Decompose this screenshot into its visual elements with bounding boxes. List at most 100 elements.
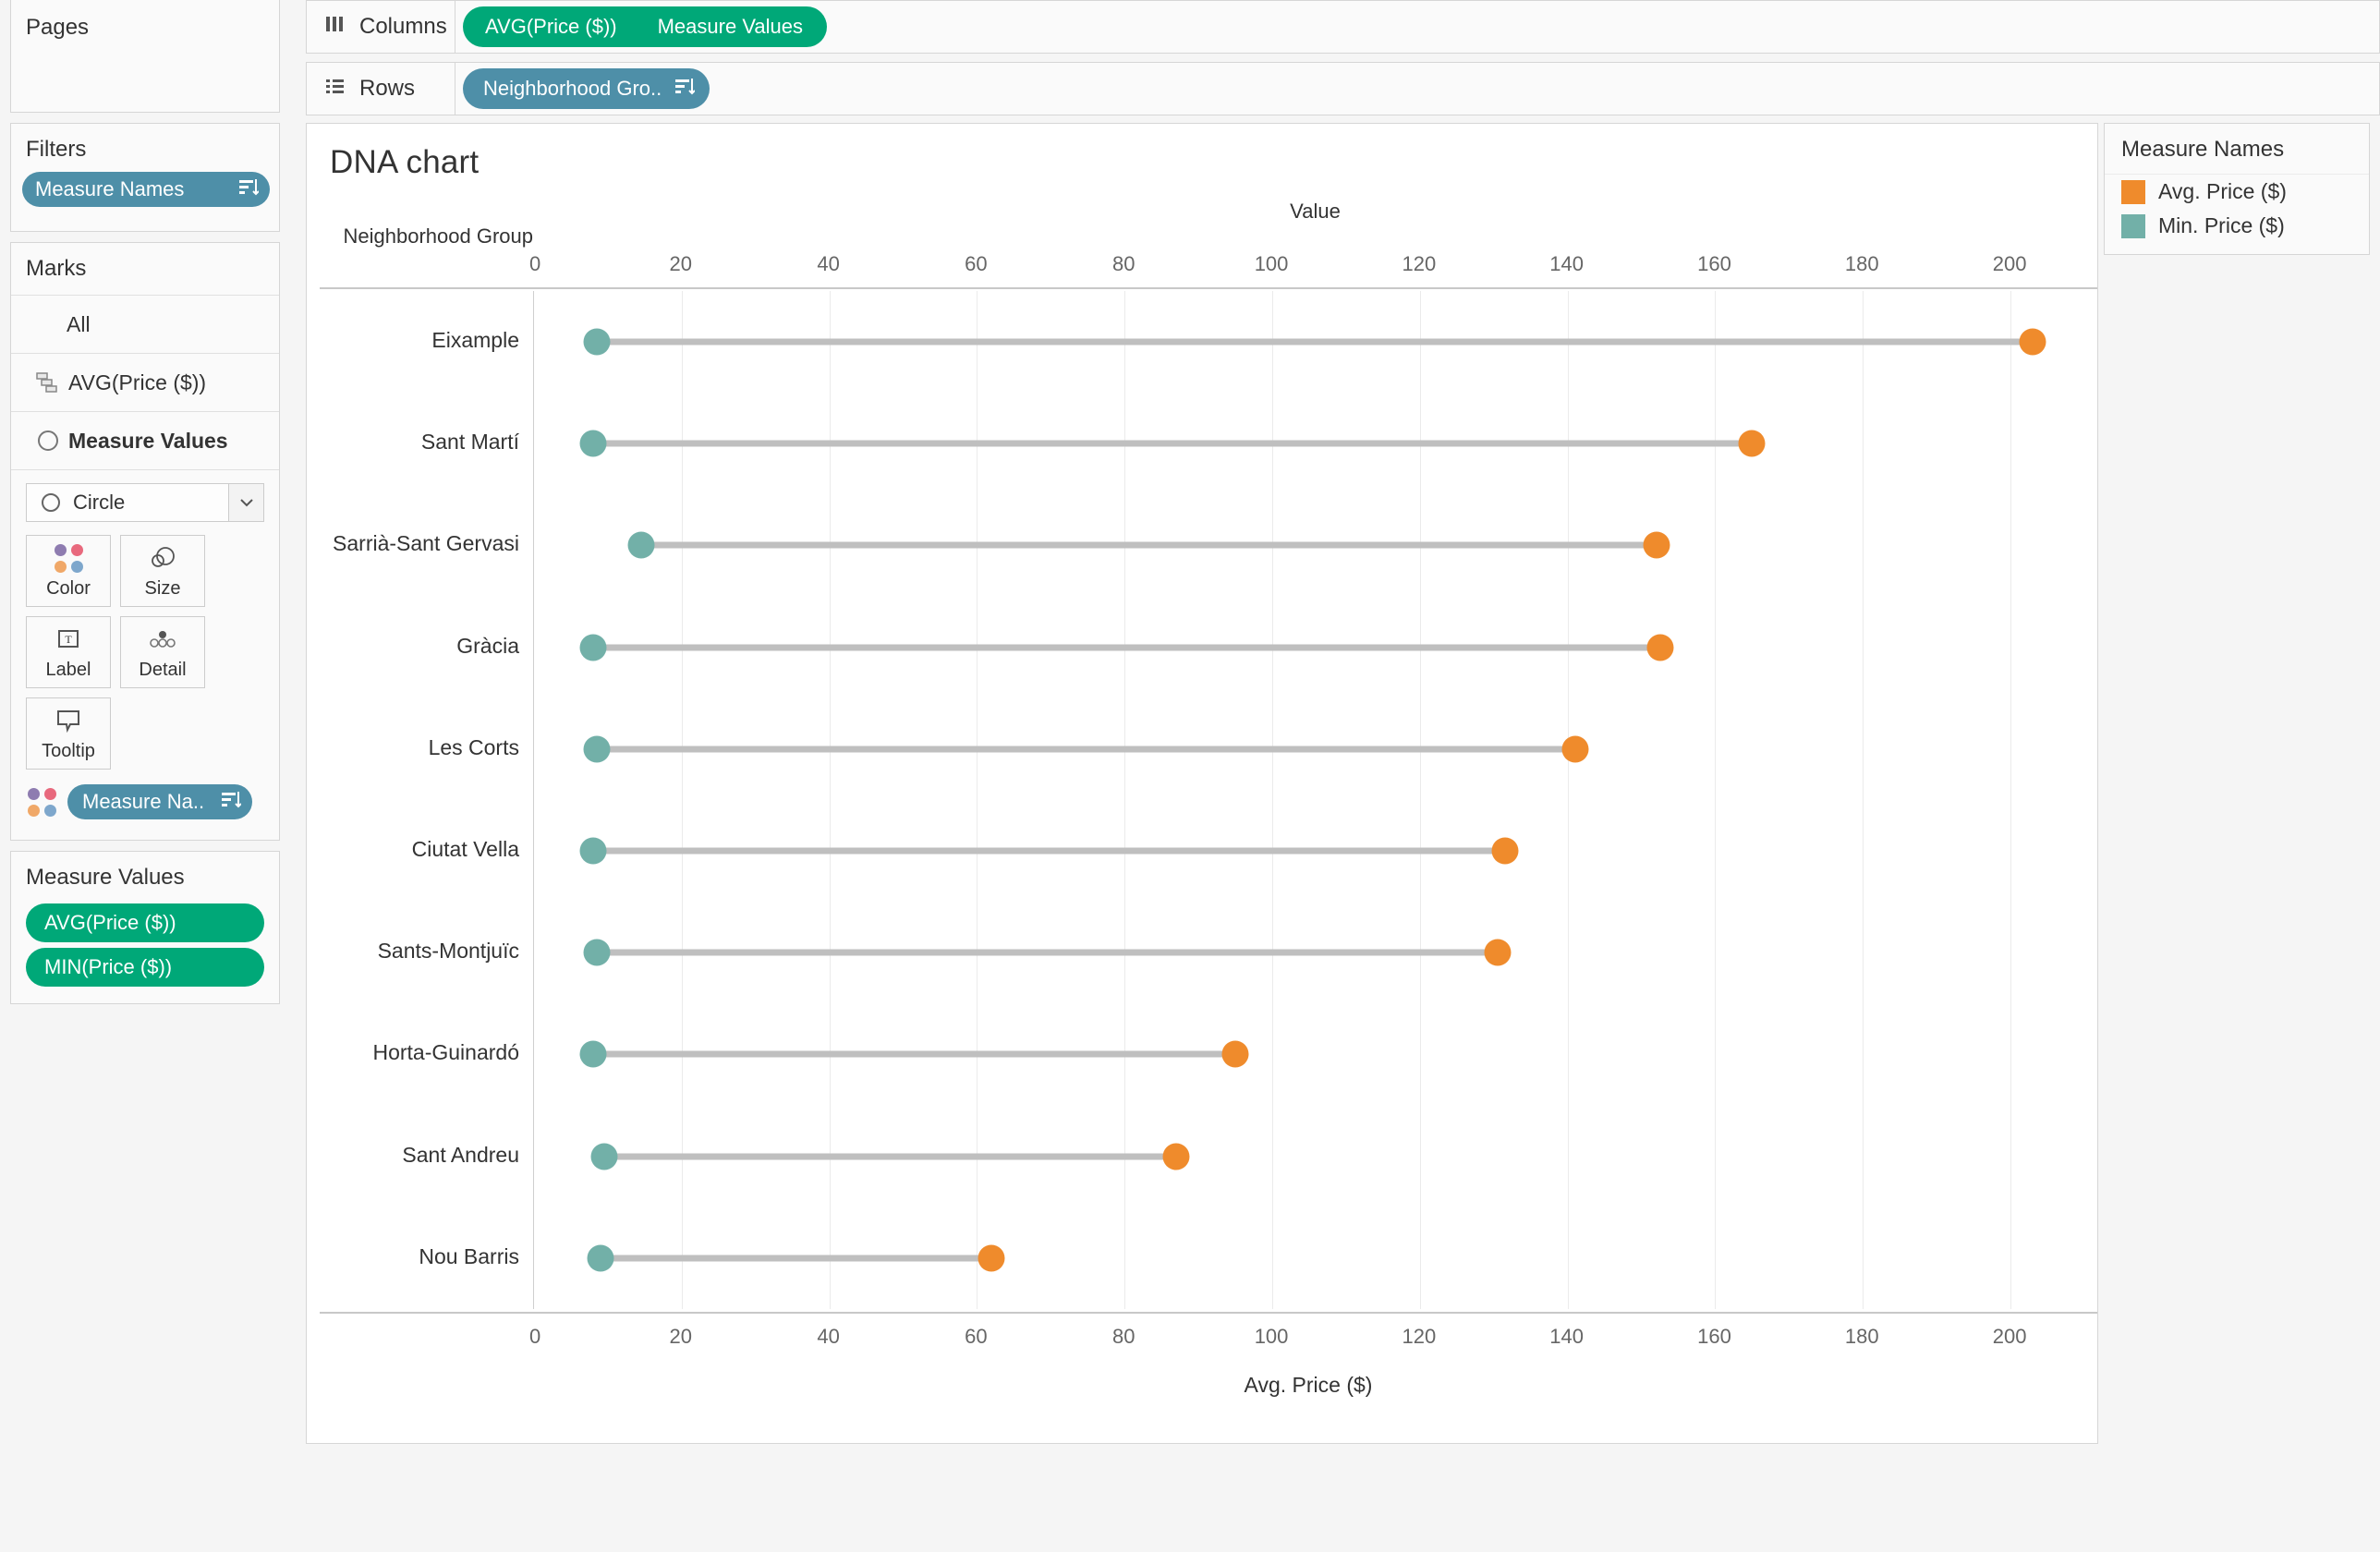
- connector-line: [600, 1255, 992, 1262]
- chevron-down-icon[interactable]: [228, 484, 263, 521]
- row-header-label[interactable]: Eixample: [2, 328, 519, 353]
- axis-tick-label: 160: [1697, 1325, 1731, 1348]
- color-dots-icon-small: [28, 787, 56, 817]
- top-axis[interactable]: 0 20 40 60 80 100 120 140 160 180 200: [529, 239, 2083, 285]
- marks-tab-avg-price[interactable]: AVG(Price ($)): [11, 354, 279, 412]
- legend-item[interactable]: Min. Price ($): [2105, 209, 2369, 243]
- chart-row[interactable]: Ciutat Vella: [412, 800, 2083, 902]
- axis-tick-label: 80: [1111, 1325, 1135, 1348]
- marks-pill-label: Measure Na..: [82, 790, 205, 813]
- legend-item[interactable]: Avg. Price ($): [2105, 175, 2369, 209]
- axis-tick-label: 120: [1402, 252, 1437, 275]
- legend-item-label: Avg. Price ($): [2158, 179, 2287, 203]
- data-point-avg-price[interactable]: [1484, 939, 1512, 966]
- columns-shelf-label-group: Columns: [307, 1, 455, 53]
- data-point-min-price[interactable]: [579, 634, 607, 661]
- data-point-min-price[interactable]: [583, 328, 611, 356]
- chart-row[interactable]: Sants-Montjuïc: [378, 902, 2083, 1003]
- marks-color-encoding: Measure Na..: [28, 784, 279, 840]
- row-header-label[interactable]: Ciutat Vella: [2, 837, 519, 862]
- legend-title: Measure Names: [2105, 124, 2369, 175]
- data-point-min-price[interactable]: [579, 837, 607, 865]
- data-point-min-price[interactable]: [579, 430, 607, 457]
- axis-tick-label: 140: [1549, 252, 1585, 275]
- size-button-label: Size: [144, 578, 181, 599]
- chart-row[interactable]: Sarrià-Sant Gervasi: [333, 494, 2083, 596]
- legend-items: Avg. Price ($) Min. Price ($): [2105, 175, 2369, 254]
- bottom-axis[interactable]: 0 20 40 60 80 100 120 140 160 180 200: [529, 1316, 2083, 1364]
- filter-pill-label: Measure Names: [35, 177, 185, 200]
- columns-shelf[interactable]: Columns AVG(Price ($)) Measure Values: [306, 0, 2380, 54]
- detail-button-label: Detail: [139, 660, 187, 680]
- row-header-label[interactable]: Gràcia: [2, 634, 519, 659]
- data-point-avg-price[interactable]: [978, 1244, 1005, 1272]
- filter-pill-measure-names[interactable]: Measure Names: [22, 172, 270, 207]
- chart-row[interactable]: Nou Barris: [419, 1207, 2083, 1309]
- top-axis-rule: [320, 287, 2097, 289]
- measure-value-pill-avg[interactable]: AVG(Price ($)): [26, 903, 264, 942]
- data-point-avg-price[interactable]: [1646, 634, 1674, 661]
- rows-drop-zone[interactable]: Neighborhood Gro..: [455, 63, 2379, 115]
- chart-row[interactable]: Gràcia: [456, 597, 2083, 698]
- connector-line: [603, 1153, 1177, 1160]
- rows-shelf-label-group: Rows: [307, 63, 455, 115]
- connector-line: [592, 644, 1660, 651]
- sort-icon[interactable]: [238, 177, 260, 201]
- axis-tick-label: 20: [669, 252, 693, 275]
- rows-label: Rows: [359, 76, 416, 101]
- columns-label: Columns: [359, 14, 447, 39]
- connector-line: [596, 949, 1498, 956]
- plot-area[interactable]: Eixample Sant Martí Sarrià-Sant Gervasi Grà…: [333, 291, 2083, 1309]
- data-point-avg-price[interactable]: [1738, 430, 1766, 457]
- row-header-label[interactable]: Sants-Montjuïc: [2, 939, 519, 964]
- measure-values-card: Measure Values AVG(Price ($)) MIN(Price …: [10, 851, 280, 1004]
- row-pill-neighborhood-group[interactable]: Neighborhood Gro..: [463, 68, 710, 109]
- chart-row[interactable]: Eixample: [431, 291, 2083, 393]
- row-header-label[interactable]: Sant Andreu: [2, 1143, 519, 1168]
- chart-row[interactable]: Sant Martí: [421, 393, 2083, 494]
- axis-tick-label: 160: [1697, 252, 1731, 275]
- data-point-min-price[interactable]: [627, 531, 655, 559]
- axis-tick-label: 120: [1402, 1325, 1437, 1348]
- chart-row[interactable]: Sant Andreu: [402, 1106, 2083, 1207]
- pages-card[interactable]: Pages: [10, 0, 280, 113]
- legend-swatch: [2121, 179, 2145, 204]
- legend-item-label: Min. Price ($): [2158, 213, 2285, 237]
- data-point-avg-price[interactable]: [1491, 837, 1519, 865]
- data-point-min-price[interactable]: [583, 939, 611, 966]
- row-header-label[interactable]: Les Corts: [2, 735, 519, 760]
- columns-drop-zone[interactable]: AVG(Price ($)) Measure Values: [455, 1, 2379, 53]
- data-point-min-price[interactable]: [583, 735, 611, 763]
- connector-line: [596, 338, 2034, 346]
- data-point-min-price[interactable]: [587, 1244, 614, 1272]
- sort-icon[interactable]: [674, 77, 696, 101]
- data-point-min-price[interactable]: [579, 1040, 607, 1068]
- filters-card[interactable]: Filters Measure Names: [10, 123, 280, 232]
- sort-icon[interactable]: [221, 790, 242, 814]
- column-pill-avg-price[interactable]: AVG(Price ($)): [463, 6, 638, 47]
- row-header-label[interactable]: Horta-Guinardó: [2, 1040, 519, 1065]
- axis-tick-label: 0: [529, 252, 541, 275]
- axis-tick-label: 40: [817, 1325, 840, 1348]
- marks-title: Marks: [11, 243, 279, 296]
- row-header-label[interactable]: Sarrià-Sant Gervasi: [2, 531, 519, 556]
- label-button-label: Label: [45, 660, 91, 680]
- chart-row[interactable]: Horta-Guinardó: [372, 1003, 2083, 1105]
- data-point-avg-price[interactable]: [1561, 735, 1589, 763]
- axis-tick-label: 180: [1844, 1325, 1879, 1348]
- column-pill-measure-values[interactable]: Measure Values: [637, 6, 827, 47]
- axis-tick-label: 200: [1992, 252, 2027, 275]
- rows-shelf[interactable]: Rows Neighborhood Gro..: [306, 62, 2380, 115]
- data-point-avg-price[interactable]: [1162, 1143, 1190, 1170]
- circle-icon-small: [42, 493, 60, 512]
- data-point-avg-price[interactable]: [1643, 531, 1670, 559]
- marks-pill-measure-names[interactable]: Measure Na..: [67, 784, 252, 819]
- data-point-avg-price[interactable]: [2019, 328, 2046, 356]
- row-header-label[interactable]: Sant Martí: [2, 430, 519, 455]
- mark-type-dropdown[interactable]: Circle: [26, 483, 264, 522]
- chart-row[interactable]: Les Corts: [429, 698, 2083, 800]
- row-header-label[interactable]: Nou Barris: [2, 1244, 519, 1269]
- data-point-min-price[interactable]: [590, 1143, 618, 1170]
- row-pill-label: Neighborhood Gro..: [483, 77, 662, 100]
- data-point-avg-price[interactable]: [1221, 1040, 1249, 1068]
